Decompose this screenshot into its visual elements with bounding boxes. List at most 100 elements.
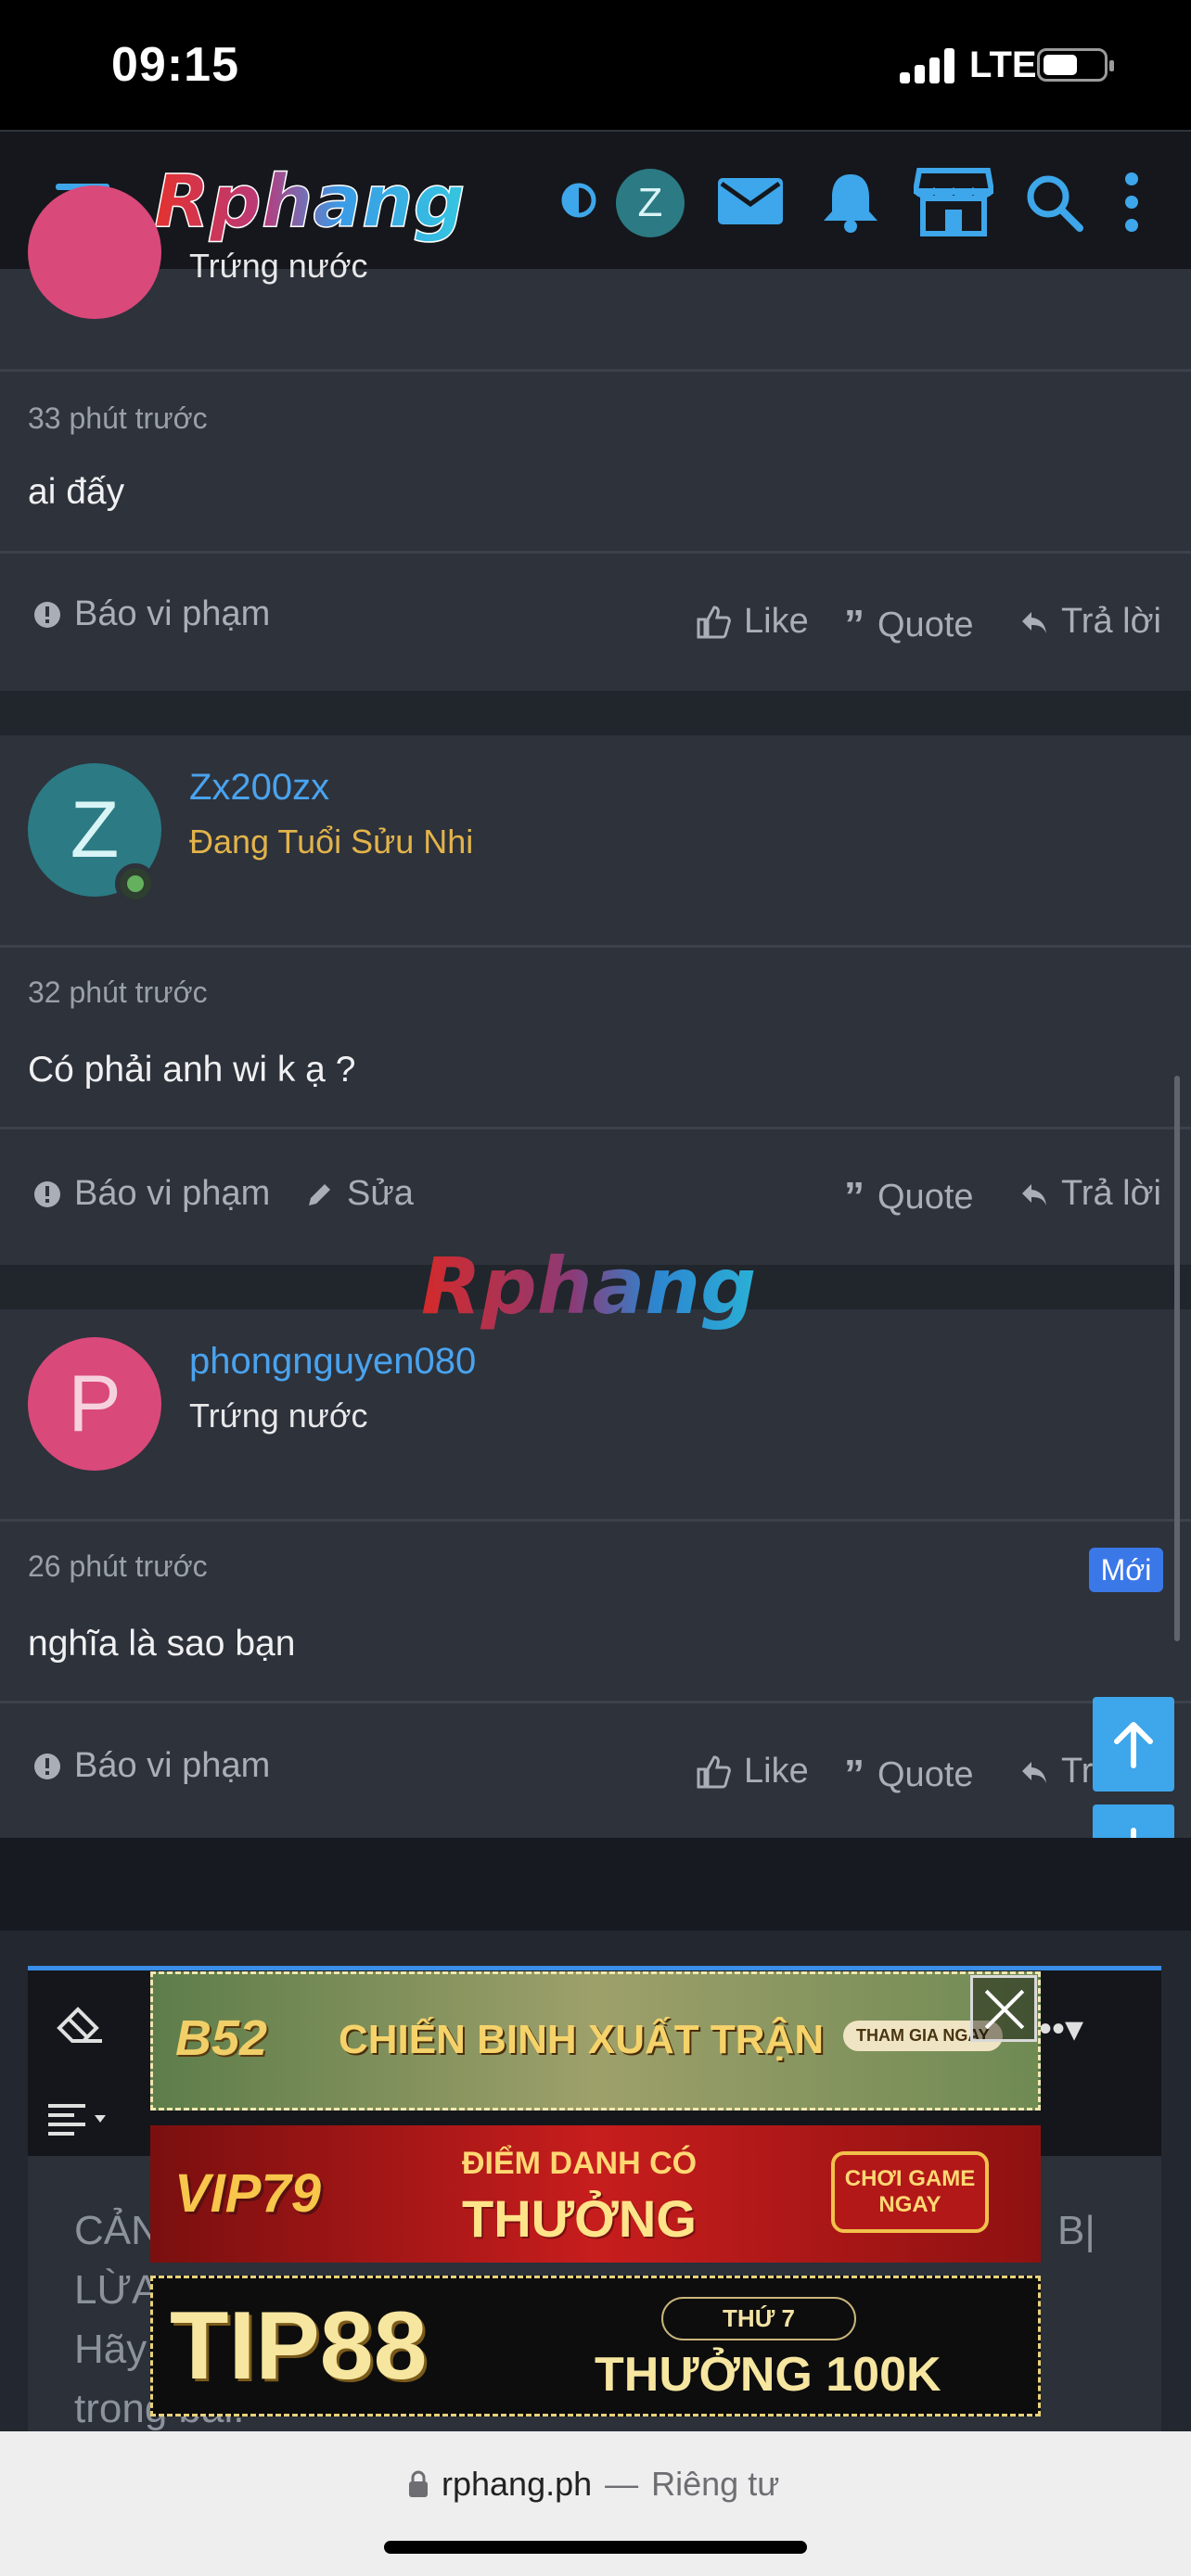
post-2-username[interactable]: Zx200zx [189,767,329,809]
post-3-username[interactable]: phongnguyen080 [189,1341,476,1383]
eraser-icon[interactable] [56,2004,106,2045]
url-display[interactable]: rphang.ph — Riêng tư [408,2465,779,2504]
ad-brand: TIP88 [170,2292,428,2400]
post-3-body: 26 phút trước Mới nghĩa là sao bạn [0,1522,1191,1701]
post-1-report-button[interactable]: Báo vi phạm [33,594,270,634]
battery-icon [1037,48,1114,82]
post-3-time[interactable]: 26 phút trước [28,1549,208,1584]
post-1-quote-button[interactable]: ” Quote [844,602,974,648]
ad-headline: CHIẾN BINH XUẤT TRẬN [339,2017,825,2062]
post-1-actions: Báo vi phạm Like ” Quote Trả lời [0,554,1191,691]
thumbs-up-icon [697,1754,731,1788]
align-left-icon[interactable] [48,2100,122,2137]
post-1-user-block: Trứng nước [0,185,1191,369]
post-2-reply-button[interactable]: Trả lời [1020,1174,1161,1214]
post-3-content: nghĩa là sao bạn [28,1624,296,1664]
private-mode-label: Riêng tư [651,2465,780,2503]
post-2-user-block: Z Zx200zx Đang Tuổi Sửu Nhi [0,735,1191,945]
site-logo[interactable]: Rphang [148,154,519,247]
editor-line-3: Hãy [74,2327,147,2372]
post-3-user-title: Trứng nước [189,1396,368,1435]
arrow-up-icon [1114,1722,1153,1768]
home-indicator [384,2541,807,2554]
scroll-top-button[interactable] [1093,1697,1174,1792]
ad-headline: ĐIỂM DANH CÓ [462,2146,698,2181]
user-avatar[interactable]: Z [616,169,685,237]
page-scrollbar[interactable] [1174,1076,1180,1641]
post-3-quote-button[interactable]: ” Quote [844,1752,974,1798]
url-separator: — [605,2465,639,2503]
watermark-text: Rphang [421,1241,756,1332]
post-2-report-button[interactable]: Báo vi phạm [33,1174,270,1214]
store-icon[interactable] [914,167,993,237]
quote-label: Quote [877,1177,974,1217]
ad-headline: THƯỞNG 100K [595,2348,941,2402]
online-status-icon [115,863,156,904]
post-3-user-block: P phongnguyen080 Trứng nước [0,1309,1191,1519]
bell-icon[interactable] [820,171,881,234]
theme-toggle-icon[interactable] [560,182,597,219]
reply-icon [1022,1183,1046,1205]
ad-cta: CHƠI GAME NGAY [831,2151,989,2233]
report-icon [34,601,60,628]
post-2-time[interactable]: 32 phút trước [28,976,208,1010]
edit-label: Sửa [347,1174,414,1213]
site-header: Rphang Z [0,130,1191,269]
watermark-logo: Rphang [421,1241,756,1332]
post-1-avatar[interactable] [28,185,161,319]
reply-icon [1022,1761,1046,1783]
post-gap [0,691,1191,735]
editor-line-fragment: B| [1057,2208,1095,2253]
like-label: Like [744,1752,809,1791]
editor-line-2: LỪA [74,2267,160,2313]
ad-banner-vip79[interactable]: VIP79 ĐIỂM DANH CÓ THƯỞNG CHƠI GAME NGAY [150,2125,1041,2263]
post-3-like-button[interactable]: Like [696,1752,809,1792]
like-label: Like [744,602,809,641]
post-3-reply-button[interactable]: Trả lời [1020,1752,1095,1792]
browser-address-bar[interactable]: rphang.ph — Riêng tư [0,2431,1191,2576]
post-1-body: 33 phút trước ai đấy [0,372,1191,551]
post-3-avatar[interactable]: P [28,1337,161,1471]
report-label: Báo vi phạm [74,1174,271,1213]
report-label: Báo vi phạm [74,1746,271,1785]
ad-tag: THỨ 7 [661,2297,856,2340]
mail-icon[interactable] [718,178,783,224]
reply-icon [1022,611,1046,633]
ad-close-button[interactable] [970,1975,1037,2042]
reply-label: Trả lời [1061,1752,1095,1791]
reply-label: Trả lời [1061,602,1161,641]
post-3-report-button[interactable]: Báo vi phạm [33,1746,270,1786]
status-bar: 09:15 LTE [0,0,1191,130]
ad-banner-b52[interactable]: B52 CHIẾN BINH XUẤT TRẬN THAM GIA NGAY [150,1971,1041,2111]
ad-brand: VIP79 [174,2163,321,2224]
post-2-quote-button[interactable]: ” Quote [844,1174,974,1220]
quote-icon: ” [844,1174,864,1219]
search-icon[interactable] [1024,172,1083,232]
post-1-like-button[interactable]: Like [696,602,809,642]
post-2-user-title: Đang Tuổi Sửu Nhi [189,823,474,861]
quote-icon: ” [844,602,864,647]
pencil-icon [309,1183,330,1205]
post-1-time[interactable]: 33 phút trước [28,402,208,436]
report-icon [34,1753,60,1779]
post-2-content: Có phải anh wi k ạ ? [28,1050,356,1090]
post-1-reply-button[interactable]: Trả lời [1020,602,1161,642]
quote-label: Quote [877,605,974,644]
report-label: Báo vi phạm [74,594,271,633]
post-2-body: 32 phút trước Có phải anh wi k ạ ? [0,948,1191,1127]
lock-icon [409,2470,428,2497]
post-1-user-title: Trứng nước [189,247,368,285]
editor-line-1: CẢN [74,2208,160,2253]
quote-icon: ” [844,1752,864,1797]
ad-banner-tip88[interactable]: TIP88 THỨ 7 THƯỞNG 100K [150,2276,1041,2417]
signal-icon [900,48,957,83]
logo-text: Rphang [154,160,465,244]
more-icon[interactable] [1122,172,1141,232]
reply-label: Trả lời [1061,1174,1161,1213]
url-text: rphang.ph [442,2465,593,2503]
more-options-icon[interactable]: ••▾ [1039,2008,1083,2050]
thumbs-up-icon [697,605,731,638]
post-3-actions: Báo vi phạm Like ” Quote Trả lời [0,1703,1191,1838]
quote-label: Quote [877,1754,974,1794]
post-2-edit-button[interactable]: Sửa [306,1174,414,1214]
